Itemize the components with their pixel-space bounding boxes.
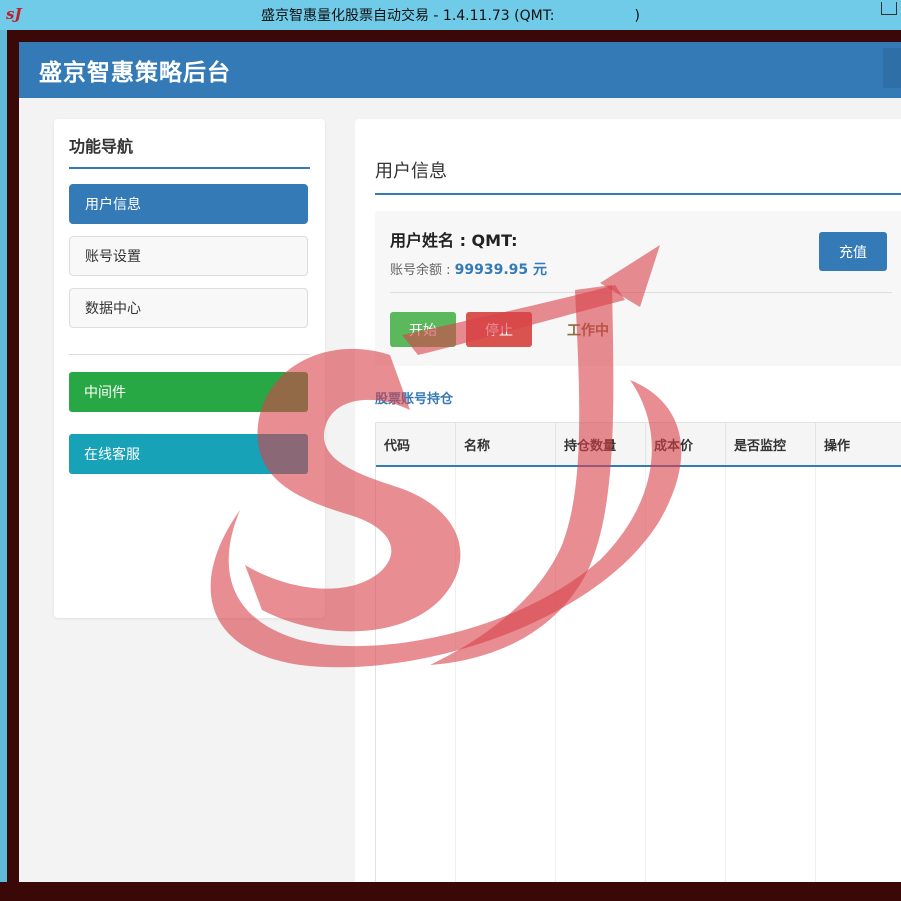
- window-title: 盛京智惠量化股票自动交易 - 1.4.11.73 (QMT: ): [260, 8, 641, 24]
- table-column: [726, 467, 816, 882]
- column-header-monitor[interactable]: 是否监控: [726, 423, 816, 465]
- sidebar-divider: [69, 354, 310, 355]
- column-header-cost[interactable]: 成本价: [646, 423, 726, 465]
- card-divider: [390, 292, 892, 293]
- window-control-button[interactable]: [881, 2, 897, 15]
- sidebar: 功能导航 用户信息 账号设置 数据中心 中间件 在线客服: [54, 119, 325, 618]
- column-header-name[interactable]: 名称: [456, 423, 556, 465]
- balance-label: 账号余额 :: [390, 263, 451, 278]
- table-column: [816, 467, 901, 882]
- app-canvas: 盛京智惠策略后台 功能导航 用户信息 账号设置 数据中心 中间件 在线客服 用户…: [19, 42, 901, 882]
- sidebar-item-account-settings[interactable]: 账号设置: [69, 236, 308, 276]
- sidebar-item-data-center[interactable]: 数据中心: [69, 288, 308, 328]
- user-info-card: 用户姓名 : QMT: 账号余额 : 99939.95 元 充值 开始 停止 工…: [375, 211, 901, 366]
- window-title-bar: sJ 盛京智惠量化股票自动交易 - 1.4.11.73 (QMT: ): [0, 0, 901, 30]
- recharge-button[interactable]: 充值: [819, 232, 887, 271]
- holdings-table: 代码 名称 持仓数量 成本价 是否监控 操作: [375, 422, 901, 882]
- start-button[interactable]: 开始: [390, 312, 456, 347]
- holdings-title: 股票账号持仓: [375, 392, 454, 407]
- table-column: [456, 467, 556, 882]
- app-logo-icon: sJ: [6, 5, 22, 23]
- page-title: 用户信息: [375, 157, 901, 195]
- table-header: 代码 名称 持仓数量 成本价 是否监控 操作: [376, 423, 901, 467]
- balance-value: 99939.95 元: [454, 262, 548, 278]
- sidebar-title: 功能导航: [69, 133, 310, 169]
- middleware-button[interactable]: 中间件: [69, 372, 308, 412]
- window-bottom-frame: [0, 882, 901, 901]
- table-column: [376, 467, 456, 882]
- app-header: 盛京智惠策略后台: [19, 42, 901, 98]
- brand-title: 盛京智惠策略后台: [39, 60, 231, 86]
- table-column: [556, 467, 646, 882]
- column-header-code[interactable]: 代码: [376, 423, 456, 465]
- user-name: 用户姓名 : QMT:: [390, 231, 518, 250]
- account-balance: 账号余额 : 99939.95 元: [390, 259, 547, 279]
- column-header-quantity[interactable]: 持仓数量: [556, 423, 646, 465]
- sidebar-item-user-info[interactable]: 用户信息: [69, 184, 308, 224]
- online-support-button[interactable]: 在线客服: [69, 434, 308, 474]
- header-edge: [883, 48, 901, 88]
- window-frame-left: [0, 30, 7, 901]
- column-header-action[interactable]: 操作: [816, 423, 901, 465]
- table-column: [646, 467, 726, 882]
- stop-button[interactable]: 停止: [466, 312, 532, 347]
- work-status: 工作中: [567, 322, 609, 339]
- table-body: [376, 467, 901, 882]
- main-panel: 用户信息 用户姓名 : QMT: 账号余额 : 99939.95 元 充值 开始…: [355, 119, 901, 882]
